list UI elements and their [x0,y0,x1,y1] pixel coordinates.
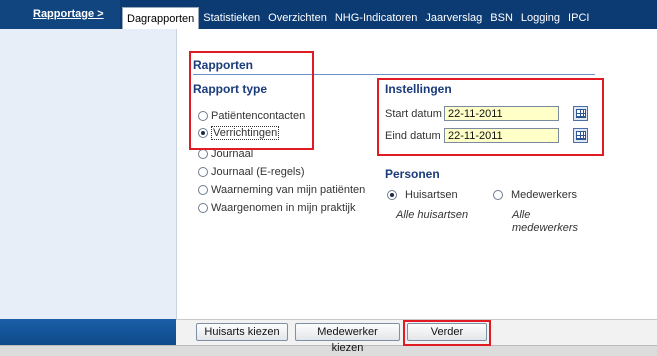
eind-datum-label: Eind datum [385,130,441,142]
radio-dot [198,203,208,213]
eind-calendar-icon[interactable] [573,128,588,143]
radio-medewerkers[interactable]: Medewerkers [493,189,577,201]
tab-ipci[interactable]: IPCI [564,7,593,29]
radio-waarneming[interactable]: Waarneming van mijn patiënten [198,184,365,196]
radio-huisartsen[interactable]: Huisartsen [387,189,458,201]
huisarts-kiezen-button[interactable]: Huisarts kiezen [196,323,288,341]
tab-dagrapporten[interactable]: Dagrapporten [122,7,200,29]
radio-dot [198,185,208,195]
left-sidebar [0,29,176,319]
radio-label: Waargenomen in mijn praktijk [211,202,356,214]
section-rule [193,74,595,75]
radio-label: Waarneming van mijn patiënten [211,184,366,196]
huisartsen-selection: Alle huisartsen [396,209,469,221]
radio-journaal-e-regels[interactable]: Journaal (E-regels) [198,166,305,178]
eind-datum-input[interactable] [444,128,559,143]
tab-logging[interactable]: Logging [517,7,564,29]
tab-statistieken[interactable]: Statistieken [199,7,264,29]
tab-nhg-indicatoren[interactable]: NHG-Indicatoren [331,7,422,29]
start-datum-input[interactable] [444,106,559,121]
rapport-type-title: Rapport type [193,82,268,96]
start-calendar-icon[interactable] [573,106,588,121]
tab-overzichten[interactable]: Overzichten [264,7,331,29]
sidebar-divider [176,29,177,319]
medewerker-kiezen-button[interactable]: Medewerker kiezen [295,323,400,354]
rapporten-title: Rapporten [193,58,253,72]
top-nav: Rapportage > Dagrapporten Statistieken O… [0,0,657,29]
medewerkers-selection: Alle medewerkers [512,209,579,234]
start-datum-label: Start datum [385,108,442,120]
breadcrumb-rapportage[interactable]: Rapportage > [0,0,120,29]
sidebar-footer [0,319,176,345]
report-tabs: Dagrapporten Statistieken Overzichten NH… [122,7,593,29]
personen-title: Personen [385,167,440,181]
radio-label: Medewerkers [511,189,578,201]
verder-button[interactable]: Verder [407,323,487,341]
radio-dot [493,190,503,200]
radio-dot [198,149,208,159]
tab-bsn[interactable]: BSN [486,7,517,29]
radio-patientencontacten[interactable]: Patiëntencontacten [198,110,305,122]
tab-jaarverslag[interactable]: Jaarverslag [421,7,486,29]
radio-label: Verrichtingen [211,126,280,140]
radio-dot [198,111,208,121]
radio-waargenomen[interactable]: Waargenomen in mijn praktijk [198,202,355,214]
instellingen-title: Instellingen [385,82,452,96]
radio-dot-selected [387,190,397,200]
radio-label: Patiëntencontacten [211,110,306,122]
radio-label: Journaal [211,148,254,160]
radio-dot-selected [198,128,208,138]
radio-dot [198,167,208,177]
radio-verrichtingen[interactable]: Verrichtingen [198,126,280,140]
status-bar [0,345,657,356]
radio-journaal[interactable]: Journaal [198,148,253,160]
radio-label: Huisartsen [405,189,458,201]
radio-label: Journaal (E-regels) [211,166,305,178]
